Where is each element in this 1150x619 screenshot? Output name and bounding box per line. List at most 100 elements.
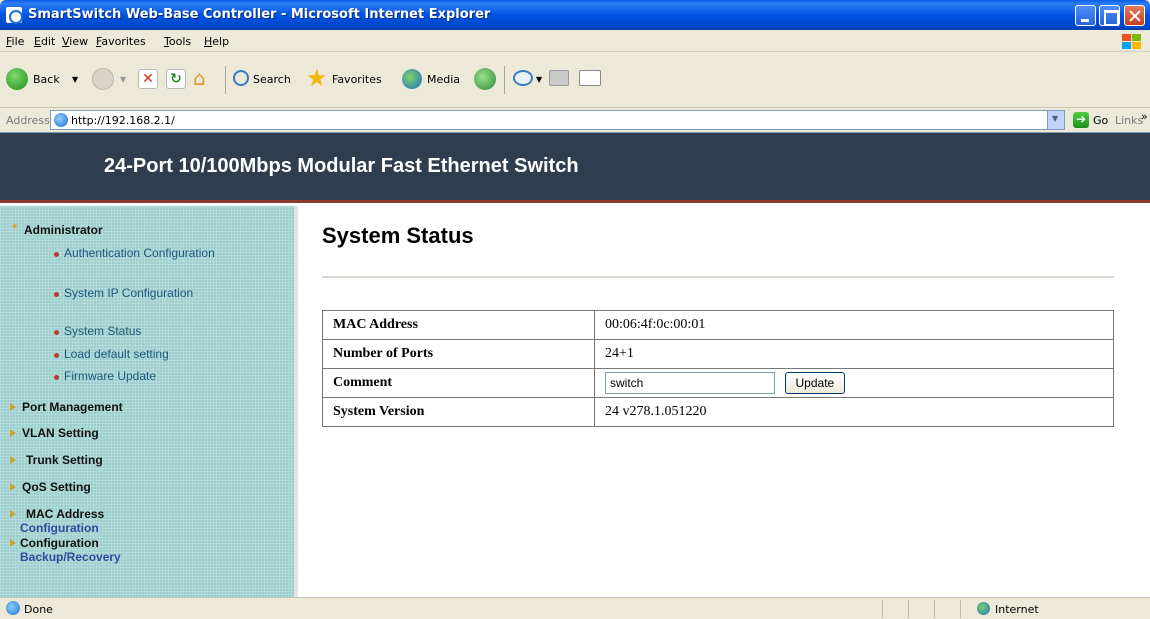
- arrow-right-icon: [10, 539, 16, 547]
- links-button[interactable]: Links: [1115, 114, 1143, 127]
- windows-logo-icon: [1118, 32, 1144, 50]
- table-row: Comment Update: [322, 368, 1114, 398]
- menu-tools[interactable]: Tools: [164, 35, 191, 48]
- status-pane: [882, 600, 906, 618]
- update-button[interactable]: Update: [784, 372, 846, 394]
- print-icon[interactable]: [549, 70, 569, 86]
- maximize-button[interactable]: [1099, 5, 1120, 26]
- mail-icon[interactable]: [513, 70, 533, 86]
- comment-input[interactable]: [605, 372, 775, 394]
- row-label-mac-address: MAC Address: [322, 310, 595, 340]
- stop-icon[interactable]: ✕: [138, 69, 158, 89]
- star-icon: ★: [306, 64, 328, 92]
- media-label: Media: [427, 73, 461, 86]
- edit-icon[interactable]: [579, 70, 601, 86]
- sidebar-item-qos-setting[interactable]: QoS Setting: [22, 480, 91, 494]
- status-bar: Done Internet: [0, 597, 1150, 619]
- menu-file[interactable]: File: [6, 35, 24, 48]
- bullet-icon: [54, 252, 59, 257]
- go-button[interactable]: Go: [1093, 114, 1108, 127]
- sidebar-item-backup-recovery[interactable]: Backup/Recovery: [20, 550, 121, 564]
- bullet-icon: [54, 375, 59, 380]
- arrow-right-icon: [10, 429, 16, 437]
- bullet-icon: [54, 330, 59, 335]
- address-dropdown-button[interactable]: ▼: [1047, 111, 1064, 129]
- mac-address-value: 00:06:4f:0c:00:01: [594, 310, 1114, 340]
- sidebar-item-mac-address[interactable]: MAC Address: [26, 507, 104, 521]
- chevron-right-icon: »: [1141, 110, 1148, 123]
- sidebar-item-system-ip-configuration[interactable]: System IP Configuration: [64, 286, 224, 301]
- sidebar-item-port-management[interactable]: Port Management: [22, 400, 123, 414]
- sidebar: ✦ Administrator Authentication Configura…: [0, 206, 298, 598]
- status-pane: [908, 600, 932, 618]
- arrow-right-icon: [10, 456, 16, 464]
- address-bar: Address http://192.168.2.1/ ▼ ➔ Go Links…: [0, 108, 1150, 132]
- menu-bar: File Edit View Favorites Tools Help: [0, 30, 1150, 52]
- status-pane: [934, 600, 958, 618]
- home-icon[interactable]: ⌂: [193, 66, 217, 90]
- sidebar-item-administrator[interactable]: Administrator: [24, 223, 103, 237]
- close-button[interactable]: [1124, 5, 1145, 26]
- sidebar-item-firmware-update[interactable]: Firmware Update: [64, 369, 224, 384]
- folder-open-icon: ✦: [10, 220, 22, 233]
- page-icon: [54, 113, 68, 127]
- back-button[interactable]: Back ▼: [6, 64, 86, 94]
- main-panel: System Status MAC Address 00:06:4f:0c:00…: [302, 206, 1150, 598]
- sidebar-item-load-default-setting[interactable]: Load default setting: [64, 347, 224, 362]
- menu-favorites[interactable]: Favorites: [96, 35, 146, 48]
- page-title: System Status: [322, 223, 474, 248]
- toolbar-separator: [504, 66, 505, 94]
- banner-title: 24-Port 10/100Mbps Modular Fast Ethernet…: [104, 155, 579, 177]
- sidebar-item-system-status[interactable]: System Status: [64, 324, 224, 339]
- forward-arrow-icon[interactable]: [92, 68, 114, 90]
- sidebar-item-mac-address-configuration[interactable]: Configuration: [20, 521, 99, 535]
- divider: [322, 276, 1114, 278]
- arrow-right-icon: ➔: [1076, 112, 1087, 126]
- chevron-down-icon: ▼: [120, 75, 127, 84]
- toolbar: Back ▼ ▼ ✕ ↻ ⌂ Search ★ Favorites Media …: [0, 52, 1150, 108]
- window-title: SmartSwitch Web-Base Controller - Micros…: [28, 7, 491, 22]
- sidebar-item-authentication-configuration[interactable]: Authentication Configuration: [64, 246, 224, 261]
- favorites-button[interactable]: ★ Favorites: [306, 64, 396, 94]
- sidebar-item-vlan-setting[interactable]: VLAN Setting: [22, 426, 99, 440]
- minimize-button[interactable]: [1075, 5, 1096, 26]
- search-label: Search: [253, 73, 291, 86]
- table-row: MAC Address 00:06:4f:0c:00:01: [322, 310, 1114, 340]
- globe-icon: [977, 602, 990, 615]
- favorites-label: Favorites: [332, 73, 382, 86]
- table-row: System Version 24 v278.1.051220: [322, 397, 1114, 427]
- back-arrow-icon: [6, 68, 28, 90]
- media-button[interactable]: Media: [402, 64, 472, 94]
- go-arrow-icon[interactable]: ➔: [1073, 112, 1089, 128]
- page-icon: [6, 601, 20, 615]
- chevron-down-icon: ▼: [72, 75, 79, 84]
- sidebar-item-trunk-setting[interactable]: Trunk Setting: [26, 453, 103, 467]
- status-table: MAC Address 00:06:4f:0c:00:01 Number of …: [322, 310, 1114, 427]
- row-label-comment: Comment: [322, 368, 595, 398]
- address-url: http://192.168.2.1/: [71, 114, 175, 127]
- menu-view[interactable]: View: [62, 35, 88, 48]
- row-label-number-of-ports: Number of Ports: [322, 339, 595, 369]
- address-input[interactable]: http://192.168.2.1/ ▼: [50, 110, 1065, 130]
- status-text: Done: [24, 603, 53, 616]
- back-label: Back: [33, 73, 60, 86]
- address-label: Address: [6, 114, 50, 127]
- history-icon[interactable]: [474, 68, 496, 90]
- menu-edit[interactable]: Edit: [34, 35, 55, 48]
- bullet-icon: [54, 292, 59, 297]
- refresh-icon[interactable]: ↻: [166, 69, 186, 89]
- ie-icon: [6, 7, 23, 24]
- bullet-icon: [54, 353, 59, 358]
- menu-help[interactable]: Help: [204, 35, 229, 48]
- media-icon: [402, 69, 422, 89]
- security-zone: Internet: [995, 603, 1039, 616]
- star-icon: ✦: [10, 220, 20, 233]
- row-label-system-version: System Version: [322, 397, 595, 427]
- chevron-down-icon: ▼: [536, 75, 543, 84]
- arrow-right-icon: [10, 483, 16, 491]
- sidebar-item-configuration[interactable]: Configuration: [20, 536, 99, 550]
- number-of-ports-value: 24+1: [594, 339, 1114, 369]
- search-button[interactable]: Search: [233, 64, 305, 94]
- comment-cell: Update: [594, 368, 1114, 398]
- arrow-right-icon: [10, 510, 16, 518]
